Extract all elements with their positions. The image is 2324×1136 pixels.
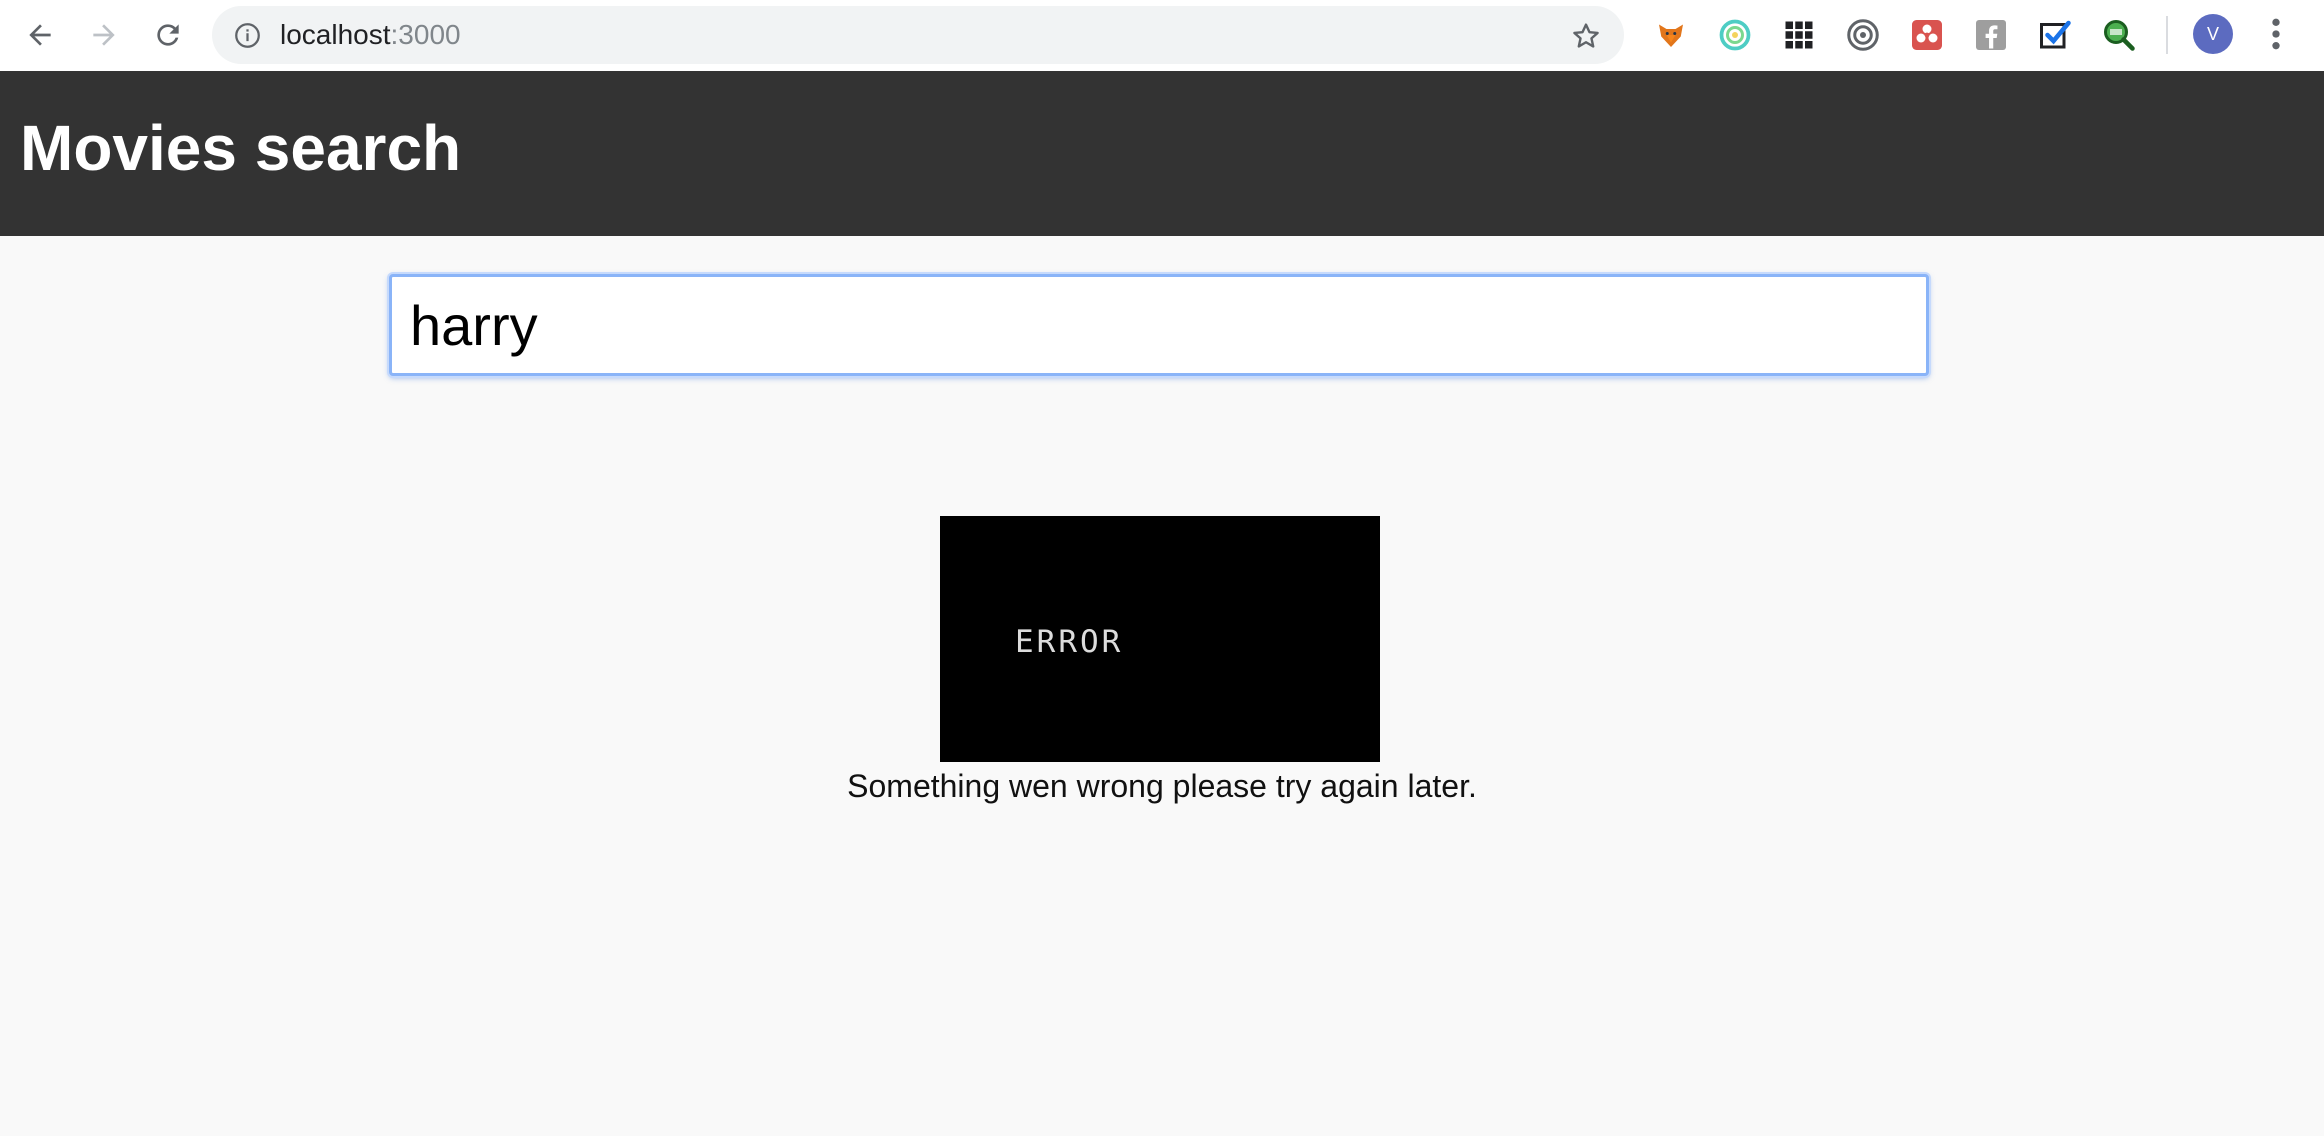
error-message: Something wen wrong please try again lat… xyxy=(847,768,1477,804)
red-flower-extension-icon[interactable] xyxy=(1908,16,1946,54)
address-bar[interactable]: localhost:3000 xyxy=(212,6,1624,64)
bookmark-star-icon[interactable] xyxy=(1570,20,1602,52)
url-host: localhost xyxy=(280,19,391,50)
back-arrow-icon xyxy=(29,24,51,46)
reload-icon xyxy=(157,24,179,46)
url-text: localhost:3000 xyxy=(280,6,461,64)
reload-button[interactable] xyxy=(146,13,190,57)
back-button[interactable] xyxy=(18,13,62,57)
toolbar-divider xyxy=(2166,16,2168,54)
browser-toolbar: localhost:3000 V xyxy=(0,0,2324,71)
target-ring-extension-icon[interactable] xyxy=(1716,16,1754,54)
search-input[interactable] xyxy=(389,274,1929,376)
error-image: ERROR xyxy=(940,516,1380,762)
more-menu-icon[interactable] xyxy=(2266,14,2286,54)
forward-arrow-icon xyxy=(93,24,115,46)
checkbox-extension-icon[interactable] xyxy=(2036,16,2074,54)
info-icon[interactable] xyxy=(234,22,261,49)
url-port: :3000 xyxy=(390,19,461,50)
app-header: Movies search xyxy=(0,71,2324,236)
profile-avatar[interactable]: V xyxy=(2193,14,2233,54)
page-title: Movies search xyxy=(20,112,462,184)
facebook-extension-icon[interactable] xyxy=(1972,16,2010,54)
forward-button[interactable] xyxy=(82,13,126,57)
grid-extension-icon[interactable] xyxy=(1780,16,1818,54)
green-magnifier-extension-icon[interactable] xyxy=(2100,16,2138,54)
fox-extension-icon[interactable] xyxy=(1652,16,1690,54)
circle-target-extension-icon[interactable] xyxy=(1844,16,1882,54)
error-image-text: ERROR xyxy=(1015,624,1124,660)
